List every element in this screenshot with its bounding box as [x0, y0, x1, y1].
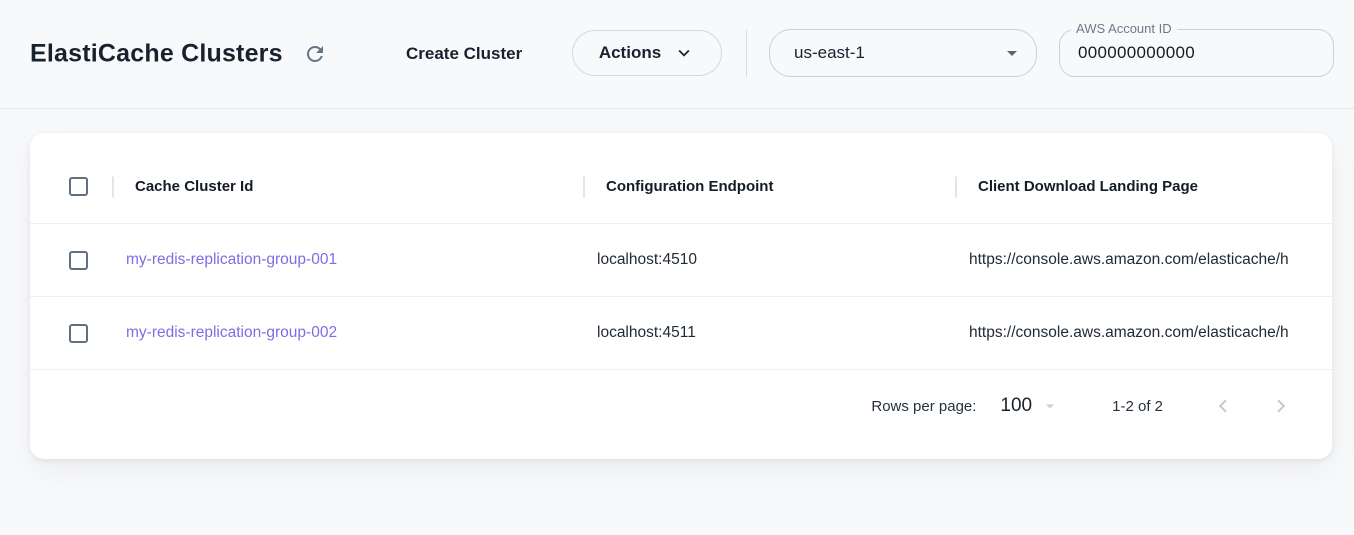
landing-page-cell: https://console.aws.amazon.com/elasticac… — [956, 251, 1332, 269]
configuration-endpoint-cell: localhost:4510 — [584, 251, 956, 269]
cache-cluster-id-cell: my-redis-replication-group-001 — [113, 251, 584, 269]
column-header-label: Client Download Landing Page — [978, 178, 1198, 195]
table-row[interactable]: my-redis-replication-group-002 localhost… — [30, 297, 1332, 370]
aws-account-id-value: 000000000000 — [1078, 43, 1195, 63]
arrow-drop-down-icon — [1000, 41, 1024, 65]
row-checkbox[interactable] — [69, 251, 88, 270]
chevron-down-icon — [673, 42, 695, 64]
cache-cluster-id-cell: my-redis-replication-group-002 — [113, 324, 584, 342]
clusters-table: Cache Cluster Id Configuration Endpoint … — [30, 133, 1332, 459]
row-checkbox-cell — [30, 324, 113, 343]
actions-button[interactable]: Actions — [572, 30, 722, 76]
rows-per-page-select[interactable]: 100 — [1000, 395, 1060, 417]
region-select[interactable]: us-east-1 — [769, 29, 1037, 77]
aws-account-id-field[interactable]: AWS Account ID 000000000000 — [1059, 29, 1334, 77]
next-page-button[interactable] — [1267, 392, 1295, 420]
actions-button-label: Actions — [599, 43, 661, 63]
rows-per-page-label: Rows per page: — [871, 398, 976, 415]
configuration-endpoint-cell: localhost:4511 — [584, 324, 956, 342]
toolbar-divider — [746, 30, 747, 77]
chevron-right-icon — [1268, 393, 1294, 419]
rows-per-page-value: 100 — [1000, 395, 1032, 417]
aws-account-id-label: AWS Account ID — [1071, 21, 1177, 36]
column-header-configuration-endpoint[interactable]: Configuration Endpoint — [584, 178, 956, 195]
row-checkbox-cell — [30, 251, 113, 270]
pagination-bar: Rows per page: 100 1-2 of 2 — [30, 370, 1332, 442]
page-title: ElastiCache Clusters — [30, 40, 283, 69]
arrow-drop-down-icon — [1040, 396, 1060, 416]
cluster-link[interactable]: my-redis-replication-group-001 — [126, 251, 337, 269]
landing-page-cell: https://console.aws.amazon.com/elasticac… — [956, 324, 1332, 342]
table-header-row: Cache Cluster Id Configuration Endpoint … — [30, 150, 1332, 224]
pagination-range-label: 1-2 of 2 — [1112, 398, 1163, 415]
refresh-icon — [303, 42, 327, 66]
previous-page-button[interactable] — [1209, 392, 1237, 420]
column-header-label: Configuration Endpoint — [606, 178, 773, 195]
column-header-client-download-landing-page[interactable]: Client Download Landing Page — [956, 178, 1332, 195]
top-toolbar: ElastiCache Clusters Create Cluster Acti… — [0, 0, 1354, 109]
column-header-cache-cluster-id[interactable]: Cache Cluster Id — [113, 178, 584, 195]
column-separator[interactable] — [583, 176, 585, 197]
header-checkbox-cell — [30, 177, 113, 196]
refresh-button[interactable] — [300, 39, 330, 69]
table-row[interactable]: my-redis-replication-group-001 localhost… — [30, 224, 1332, 297]
create-cluster-button[interactable]: Create Cluster — [406, 44, 522, 64]
row-checkbox[interactable] — [69, 324, 88, 343]
chevron-left-icon — [1210, 393, 1236, 419]
column-header-label: Cache Cluster Id — [135, 178, 253, 195]
cluster-link[interactable]: my-redis-replication-group-002 — [126, 324, 337, 342]
select-all-checkbox[interactable] — [69, 177, 88, 196]
region-select-value: us-east-1 — [794, 43, 865, 63]
column-separator[interactable] — [112, 176, 114, 197]
column-separator[interactable] — [955, 176, 957, 197]
